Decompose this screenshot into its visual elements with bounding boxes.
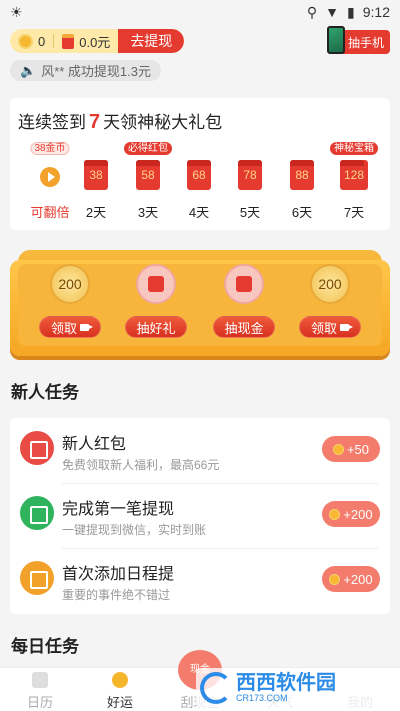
watermark-url: CR173.COM bbox=[236, 693, 288, 703]
coin-icon bbox=[332, 443, 344, 455]
coin-icon bbox=[329, 508, 341, 520]
task-reward-button[interactable]: +200 bbox=[322, 566, 380, 592]
signin-day-3[interactable]: 必得红包 58 3天 bbox=[122, 138, 174, 224]
calendar-icon bbox=[20, 561, 54, 595]
video-icon bbox=[340, 323, 353, 331]
day-tag: 38金币 bbox=[30, 142, 70, 155]
chest-slot-2: 抽好礼 bbox=[120, 264, 192, 344]
task-desc: 重要的事件绝不错过 bbox=[62, 588, 171, 602]
tab-calendar[interactable]: 日历 bbox=[0, 668, 80, 711]
coin-balance[interactable]: 0 bbox=[10, 29, 53, 53]
signin-title: 连续签到 7 天领神秘大礼包 bbox=[18, 111, 223, 133]
coin-reward: 200 bbox=[50, 264, 90, 304]
coin-icon bbox=[18, 33, 33, 49]
red-envelope: 68 bbox=[187, 160, 211, 190]
signin-day-5[interactable]: 78 5天 bbox=[224, 138, 276, 224]
signin-day-1[interactable]: 38金币 可翻倍 bbox=[24, 138, 76, 224]
red-packet-lottery-icon bbox=[224, 264, 264, 304]
red-envelope: 58 bbox=[136, 160, 160, 190]
reward-chest: 200 领取 抽好礼 抽现金 200 领取 bbox=[10, 250, 390, 358]
watermark-logo-icon bbox=[200, 672, 232, 704]
day-label: 3天 bbox=[137, 205, 159, 220]
clock: 9:12 bbox=[362, 4, 390, 20]
red-envelope: 38 bbox=[84, 160, 108, 190]
day-label: 6天 bbox=[291, 205, 313, 220]
ticker-text: 风** 成功提现1.3元 bbox=[41, 64, 151, 79]
battery-icon: ▮ bbox=[347, 3, 355, 20]
day-label: 可翻倍 bbox=[30, 205, 70, 220]
video-icon bbox=[80, 323, 93, 331]
red-packet-icon bbox=[62, 33, 75, 49]
day-label: 4天 bbox=[188, 205, 210, 220]
claim-video-button[interactable]: 领取 bbox=[39, 316, 101, 338]
wallet-bar: 0 0.0元 去提现 bbox=[10, 29, 185, 53]
gift-box-icon bbox=[136, 264, 176, 304]
signin-day-4[interactable]: 68 4天 bbox=[173, 138, 225, 224]
chest-slot-1: 200 领取 bbox=[34, 264, 106, 344]
chest-slot-4: 200 领取 bbox=[294, 264, 366, 344]
chest-slot-3: 抽现金 bbox=[208, 264, 280, 344]
task-name: 新人红包 bbox=[62, 436, 127, 453]
red-envelope: 128 bbox=[340, 160, 368, 190]
task-desc: 免费领取新人福利，最高66元 bbox=[62, 458, 220, 472]
day-label: 5天 bbox=[239, 205, 261, 220]
phone-icon bbox=[327, 26, 345, 54]
coin-reward: 200 bbox=[310, 264, 350, 304]
task-desc: 一键提现到微信，实时到账 bbox=[62, 523, 207, 537]
wifi-icon: ▼ bbox=[325, 4, 340, 20]
task-name: 首次添加日程提 bbox=[62, 566, 175, 583]
draw-gift-button[interactable]: 抽好礼 bbox=[125, 316, 187, 338]
task-item[interactable]: 完成第一笔提现 一键提现到微信，实时到账 +200 bbox=[10, 483, 390, 548]
day-tag: 必得红包 bbox=[124, 142, 172, 155]
luck-tab-icon bbox=[112, 672, 128, 688]
phone-lottery-label: 抽手机 bbox=[347, 35, 384, 50]
signin-day-6[interactable]: 88 6天 bbox=[276, 138, 328, 224]
task-item[interactable]: 首次添加日程提 重要的事件绝不错过 +200 bbox=[10, 548, 390, 613]
withdraw-button[interactable]: 去提现 bbox=[118, 29, 185, 53]
withdraw-ticker: 🔈 风** 成功提现1.3元 bbox=[10, 60, 161, 81]
signin-day-7[interactable]: 神秘宝箱 128 7天 bbox=[328, 138, 380, 224]
task-reward-button[interactable]: +200 bbox=[322, 501, 380, 527]
task-name: 完成第一笔提现 bbox=[62, 501, 175, 518]
watermark: 西西软件园 CR173.COM bbox=[196, 668, 394, 708]
task-item[interactable]: 新人红包 免费领取新人福利，最高66元 +50 bbox=[10, 418, 390, 483]
draw-cash-button[interactable]: 抽现金 bbox=[213, 316, 275, 338]
day-label: 7天 bbox=[343, 205, 365, 220]
location-icon: ⚲ bbox=[306, 3, 318, 20]
cash-balance[interactable]: 0.0元 bbox=[54, 29, 118, 53]
speaker-icon: 🔈 bbox=[20, 62, 37, 78]
day-label: 2天 bbox=[85, 205, 107, 220]
newbie-section-title: 新人任务 bbox=[11, 383, 79, 402]
money-bag-icon bbox=[20, 496, 54, 530]
play-icon bbox=[40, 167, 60, 187]
sun-icon: ☀ bbox=[10, 3, 23, 20]
tab-luck[interactable]: 好运 bbox=[80, 668, 160, 711]
signin-days: 38金币 可翻倍 38 2天 必得红包 58 3天 68 4天 78 5天 88… bbox=[10, 138, 390, 224]
cash-amount: 0.0元 bbox=[79, 34, 111, 50]
red-envelope: 88 bbox=[290, 160, 314, 190]
watermark-name: 西西软件园 bbox=[236, 672, 336, 694]
gift-icon bbox=[20, 431, 54, 465]
daily-section-title: 每日任务 bbox=[11, 637, 79, 656]
status-bar: ☀ ⚲ ▼ ▮ 9:12 bbox=[0, 0, 400, 24]
task-reward-button[interactable]: +50 bbox=[322, 436, 380, 462]
claim-video-button[interactable]: 领取 bbox=[299, 316, 361, 338]
coin-count: 0 bbox=[38, 33, 46, 49]
red-envelope: 78 bbox=[238, 160, 262, 190]
newbie-task-list: 新人红包 免费领取新人福利，最高66元 +50 完成第一笔提现 一键提现到微信，… bbox=[10, 418, 390, 614]
signin-card: 连续签到 7 天领神秘大礼包 38金币 可翻倍 38 2天 必得红包 58 3天 6… bbox=[10, 98, 390, 230]
coin-icon bbox=[329, 573, 341, 585]
day-tag: 神秘宝箱 bbox=[330, 142, 378, 155]
calendar-tab-icon bbox=[32, 672, 48, 688]
phone-lottery-button[interactable]: 抽手机 bbox=[327, 26, 390, 54]
signin-day-2[interactable]: 38 2天 bbox=[70, 138, 122, 224]
